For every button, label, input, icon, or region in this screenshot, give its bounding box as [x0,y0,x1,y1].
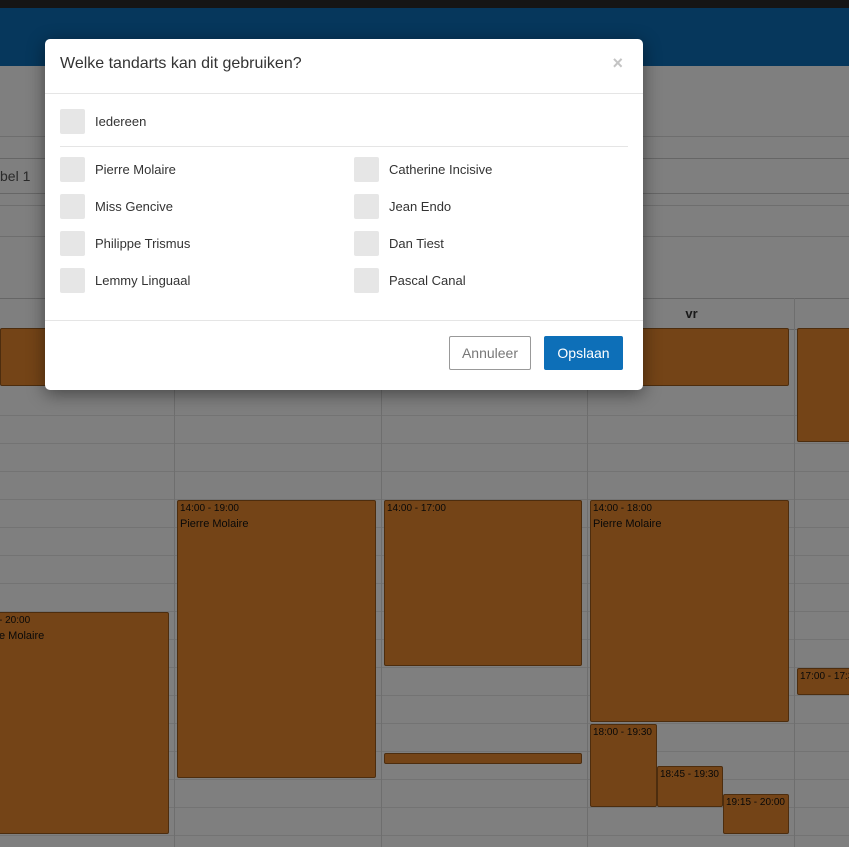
checkbox-box[interactable] [354,230,379,256]
save-button[interactable]: Opslaan [544,336,623,370]
checkbox-dentist[interactable]: Lemmy Linguaal [60,267,190,293]
dialog-header: Welke tandarts kan dit gebruiken? × [45,39,643,94]
checkbox-box[interactable] [60,267,85,293]
checkbox-dentist[interactable]: Miss Gencive [60,193,173,219]
checkbox-box[interactable] [60,108,85,134]
checkbox-label: Pascal Canal [389,272,466,288]
checkbox-label: Dan Tiest [389,235,444,251]
checkbox-dentist[interactable]: Pierre Molaire [60,156,176,182]
checkbox-box[interactable] [60,230,85,256]
checkbox-label: Miss Gencive [95,198,174,214]
checkbox-box[interactable] [354,267,379,293]
checkbox-label: Jean Endo [389,198,452,214]
dentist-select-dialog: Welke tandarts kan dit gebruiken? × Iede… [45,39,643,390]
dialog-title: Welke tandarts kan dit gebruiken? [60,55,302,72]
checkbox-dentist[interactable]: Dan Tiest [354,230,444,256]
divider [60,146,628,147]
checkbox-dentist[interactable]: Pascal Canal [354,267,466,293]
checkbox-label: Catherine Incisive [389,161,493,177]
checkbox-label: Iedereen [95,113,147,129]
checkbox-box[interactable] [354,156,379,182]
checkbox-dentist[interactable]: Philippe Trismus [60,230,190,256]
checkbox-box[interactable] [60,193,85,219]
checkbox-label: Lemmy Linguaal [95,272,191,288]
dialog-footer: Annuleer Opslaan [45,320,643,391]
checkbox-dentist[interactable]: Jean Endo [354,193,451,219]
checkbox-everyone[interactable]: Iedereen [60,108,146,134]
cancel-button[interactable]: Annuleer [449,336,531,370]
checkbox-box[interactable] [354,193,379,219]
checkbox-label: Philippe Trismus [95,235,191,251]
checkbox-label: Pierre Molaire [95,161,176,177]
close-icon[interactable]: × [612,53,623,74]
checkbox-dentist[interactable]: Catherine Incisive [354,156,492,182]
checkbox-box[interactable] [60,156,85,182]
